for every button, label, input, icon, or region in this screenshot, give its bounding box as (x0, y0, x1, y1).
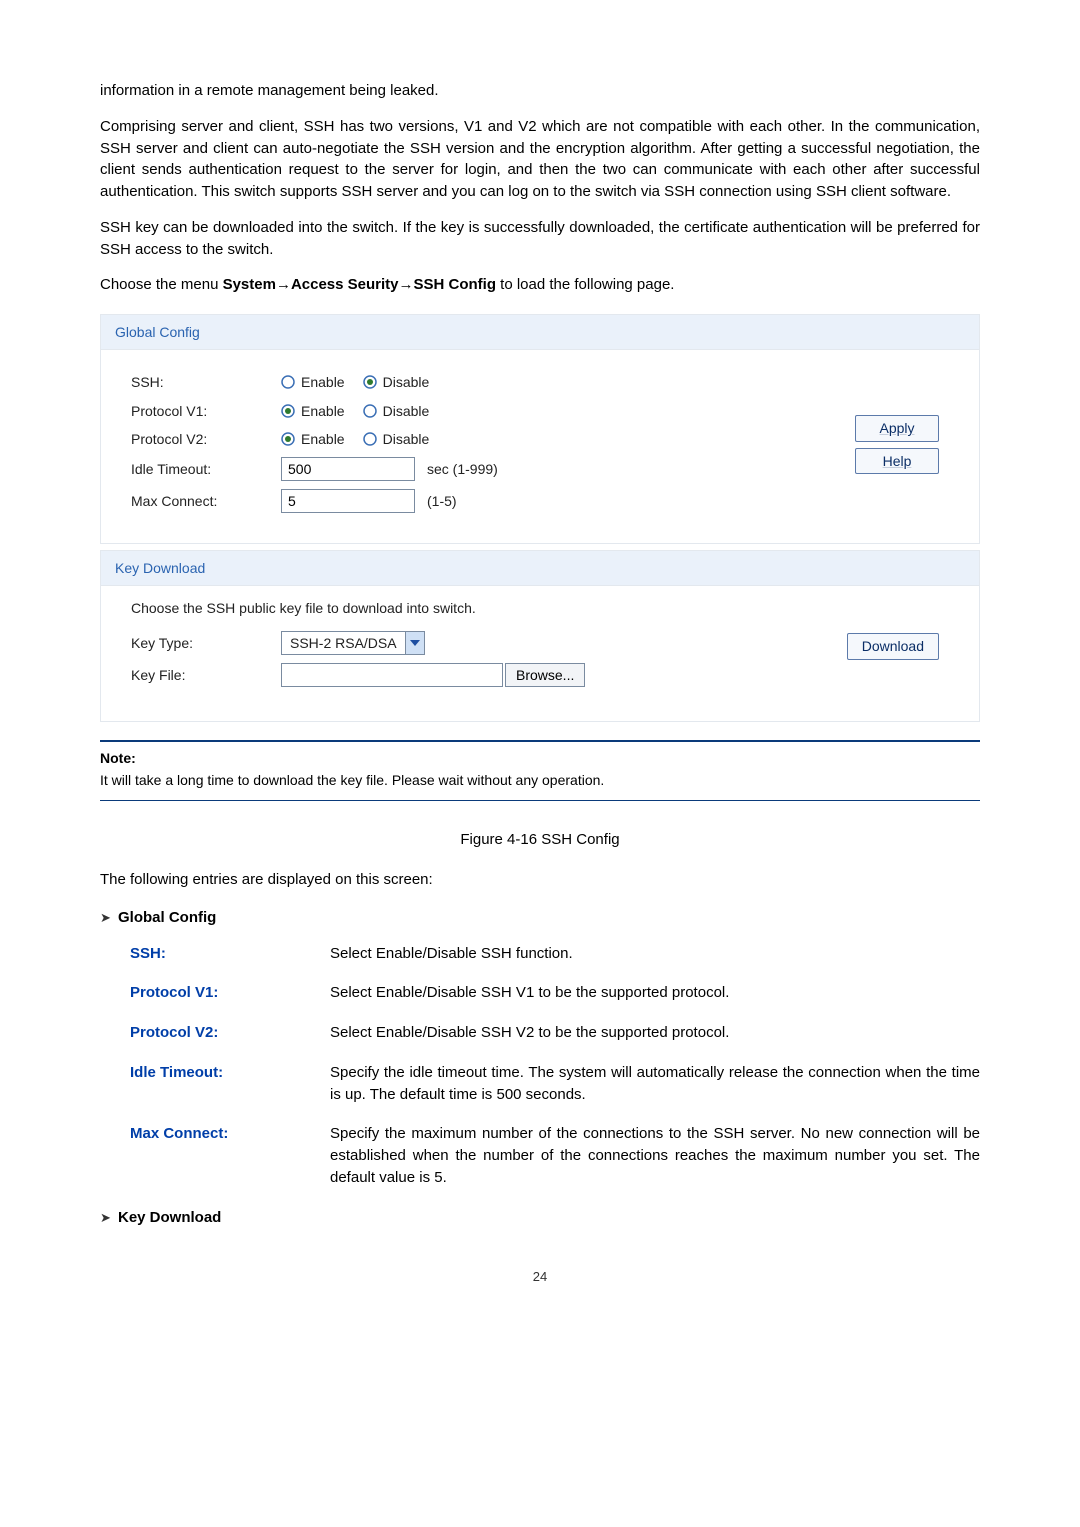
idle-timeout-input[interactable] (281, 457, 415, 481)
radio-unchecked-icon (281, 375, 295, 389)
key-type-label: Key Type: (131, 633, 281, 653)
entries-intro: The following entries are displayed on t… (100, 869, 980, 891)
idle-timeout-unit: sec (1-999) (427, 459, 498, 479)
v1-disable-radio[interactable]: Disable (363, 401, 430, 421)
note-title: Note: (100, 748, 980, 768)
def-max-desc: Specify the maximum number of the connec… (330, 1123, 980, 1188)
radio-checked-icon (281, 404, 295, 418)
radio-checked-icon (281, 432, 295, 446)
chevron-right-icon: ➤ (100, 1207, 118, 1228)
def-max-term: Max Connect: (130, 1123, 330, 1188)
key-file-label: Key File: (131, 665, 281, 685)
def-idle: Idle Timeout: Specify the idle timeout t… (130, 1062, 980, 1106)
ssh-disable-radio[interactable]: Disable (363, 372, 430, 392)
figure-caption: Figure 4-16 SSH Config (100, 829, 980, 851)
key-file-row: Key File: Browse... (131, 663, 949, 687)
menu-path-bold: System→Access Seurity→SSH Config (223, 276, 496, 293)
def-idle-term: Idle Timeout: (130, 1062, 330, 1106)
def-v2-term: Protocol V2: (130, 1022, 330, 1044)
ssh-disable-label: Disable (383, 372, 430, 392)
def-ssh-desc: Select Enable/Disable SSH function. (330, 943, 980, 965)
browse-button[interactable]: Browse... (505, 663, 585, 687)
def-ssh: SSH: Select Enable/Disable SSH function. (130, 943, 980, 965)
global-config-panel: Global Config Apply Help SSH: Enable Dis… (100, 314, 980, 544)
apply-button[interactable]: Apply (855, 415, 939, 441)
v2-enable-label: Enable (301, 429, 345, 449)
v1-enable-label: Enable (301, 401, 345, 421)
def-v1-desc: Select Enable/Disable SSH V1 to be the s… (330, 982, 980, 1004)
idle-timeout-row: Idle Timeout: sec (1-999) (131, 457, 949, 481)
protocol-v2-label: Protocol V2: (131, 429, 281, 449)
key-download-instruction: Choose the SSH public key file to downlo… (131, 598, 949, 618)
key-file-input[interactable] (281, 663, 503, 687)
ssh-enable-label: Enable (301, 372, 345, 392)
global-config-panel-body: Apply Help SSH: Enable Disable Protocol … (101, 350, 979, 543)
paragraph-1: information in a remote management being… (100, 80, 980, 102)
ssh-row: SSH: Enable Disable (131, 372, 949, 392)
help-button[interactable]: Help (855, 448, 939, 474)
key-type-row: Key Type: SSH-2 RSA/DSA (131, 631, 949, 655)
key-download-panel: Key Download Download Choose the SSH pub… (100, 550, 980, 722)
note-rule-bottom (100, 800, 980, 801)
def-v2: Protocol V2: Select Enable/Disable SSH V… (130, 1022, 980, 1044)
max-connect-row: Max Connect: (1-5) (131, 489, 949, 513)
v2-enable-radio[interactable]: Enable (281, 429, 345, 449)
menu-path-prefix: Choose the menu (100, 276, 223, 293)
protocol-v2-row: Protocol V2: Enable Disable (131, 429, 949, 449)
protocol-v1-row: Protocol V1: Enable Disable (131, 401, 949, 421)
max-connect-input[interactable] (281, 489, 415, 513)
chevron-down-icon (405, 632, 424, 654)
def-idle-desc: Specify the idle timeout time. The syste… (330, 1062, 980, 1106)
global-config-heading-row: ➤ Global Config (100, 907, 980, 929)
menu-path-suffix: to load the following page. (496, 276, 674, 293)
global-config-heading: Global Config (118, 907, 216, 929)
key-type-select[interactable]: SSH-2 RSA/DSA (281, 631, 425, 655)
page-number: 24 (100, 1268, 980, 1287)
radio-unchecked-icon (363, 404, 377, 418)
global-config-panel-header: Global Config (101, 315, 979, 350)
protocol-v1-label: Protocol V1: (131, 401, 281, 421)
key-file-input-wrap: Browse... (281, 663, 585, 687)
paragraph-3: SSH key can be downloaded into the switc… (100, 217, 980, 261)
key-type-value: SSH-2 RSA/DSA (282, 633, 405, 653)
note-text: It will take a long time to download the… (100, 770, 980, 790)
max-connect-unit: (1-5) (427, 491, 457, 511)
global-config-definitions: SSH: Select Enable/Disable SSH function.… (100, 943, 980, 1189)
v2-disable-label: Disable (383, 429, 430, 449)
v2-disable-radio[interactable]: Disable (363, 429, 430, 449)
idle-timeout-label: Idle Timeout: (131, 459, 281, 479)
key-download-panel-body: Download Choose the SSH public key file … (101, 586, 979, 720)
chevron-right-icon: ➤ (100, 907, 118, 928)
def-v1: Protocol V1: Select Enable/Disable SSH V… (130, 982, 980, 1004)
def-ssh-term: SSH: (130, 943, 330, 965)
ssh-enable-radio[interactable]: Enable (281, 372, 345, 392)
radio-checked-icon (363, 375, 377, 389)
key-download-heading: Key Download (118, 1207, 221, 1229)
download-button[interactable]: Download (847, 633, 939, 659)
menu-path: Choose the menu System→Access Seurity→SS… (100, 274, 980, 296)
def-v2-desc: Select Enable/Disable SSH V2 to be the s… (330, 1022, 980, 1044)
v1-disable-label: Disable (383, 401, 430, 421)
v1-enable-radio[interactable]: Enable (281, 401, 345, 421)
download-button-wrap: Download (847, 630, 939, 662)
radio-unchecked-icon (363, 432, 377, 446)
def-max: Max Connect: Specify the maximum number … (130, 1123, 980, 1188)
note-section: Note: It will take a long time to downlo… (100, 742, 980, 801)
key-download-heading-row: ➤ Key Download (100, 1207, 980, 1229)
def-v1-term: Protocol V1: (130, 982, 330, 1004)
ssh-label: SSH: (131, 372, 281, 392)
paragraph-2: Comprising server and client, SSH has tw… (100, 116, 980, 203)
global-config-buttons: Apply Help (855, 412, 939, 477)
key-download-panel-header: Key Download (101, 551, 979, 586)
max-connect-label: Max Connect: (131, 491, 281, 511)
